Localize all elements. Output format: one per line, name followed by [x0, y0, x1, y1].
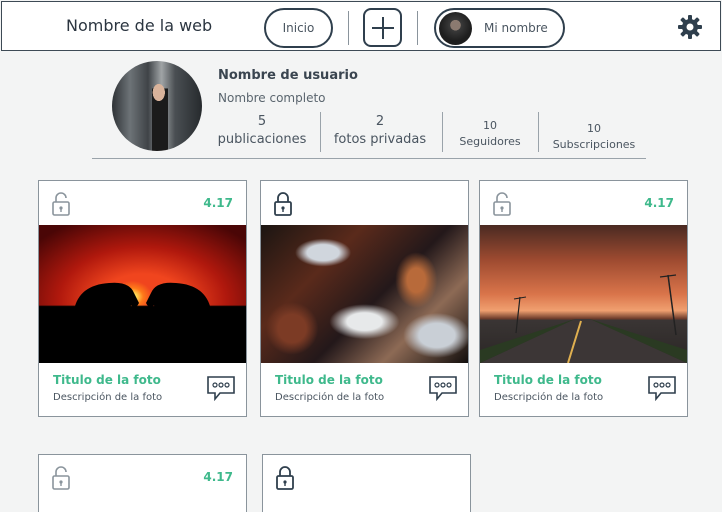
divider — [348, 11, 349, 45]
photo-title[interactable]: Titulo de la foto — [494, 373, 602, 387]
photo-card[interactable] — [262, 454, 471, 512]
add-button[interactable] — [363, 8, 402, 47]
settings-button[interactable] — [677, 14, 703, 40]
lock-icon[interactable] — [275, 465, 295, 491]
stat-label: fotos privadas — [333, 132, 427, 147]
user-menu-button[interactable]: Mi nombre — [434, 8, 565, 48]
divider — [442, 112, 443, 152]
stat-label: publicaciones — [217, 132, 307, 147]
photo-card[interactable]: Titulo de la foto Descripción de la foto — [260, 180, 469, 417]
stat-value: 2 — [375, 114, 385, 129]
photo-image[interactable] — [261, 225, 468, 363]
road-lines — [480, 274, 687, 364]
stat-value: 5 — [257, 114, 267, 129]
photo-card[interactable]: 4.17 — [38, 454, 247, 512]
stat-subscriptions[interactable]: 10 Subscripciones — [548, 122, 640, 151]
profile-username: Nombre de usuario — [218, 68, 358, 83]
stat-followers[interactable]: 10 Seguidores — [454, 119, 526, 148]
divider — [538, 112, 539, 152]
stat-label: Subscripciones — [552, 138, 636, 151]
profile-avatar[interactable] — [112, 61, 202, 151]
stat-private-photos[interactable]: 2 fotos privadas — [332, 114, 428, 147]
unlock-icon[interactable] — [51, 191, 71, 217]
stat-posts[interactable]: 5 publicaciones — [216, 114, 308, 147]
rating-value: 4.17 — [644, 196, 674, 210]
comment-icon[interactable] — [428, 375, 458, 401]
photo-description: Descripción de la foto — [494, 392, 604, 403]
lock-icon[interactable] — [273, 191, 293, 217]
divider — [417, 11, 418, 45]
home-button[interactable]: Inicio — [264, 8, 333, 48]
site-title[interactable]: Nombre de la web — [66, 16, 212, 35]
photo-title[interactable]: Titulo de la foto — [53, 373, 161, 387]
user-name-label: Mi nombre — [484, 21, 548, 35]
top-navbar: Nombre de la web Inicio Mi nombre — [1, 1, 721, 51]
rating-value: 4.17 — [203, 470, 233, 484]
photo-image[interactable] — [480, 225, 687, 364]
gear-icon — [678, 15, 702, 39]
photo-card[interactable]: 4.17 Titulo de la foto Descripción de la… — [479, 180, 688, 417]
profile-full-name: Nombre completo — [218, 91, 326, 105]
divider — [320, 112, 321, 152]
user-avatar — [439, 11, 472, 45]
profile-divider — [92, 158, 646, 159]
photo-card[interactable]: 4.17 Titulo de la foto Descripción de la… — [38, 180, 247, 417]
stat-value: 10 — [483, 119, 497, 132]
comment-icon[interactable] — [206, 375, 236, 401]
rating-value: 4.17 — [203, 196, 233, 210]
photo-image[interactable] — [39, 225, 246, 363]
stat-label: Seguidores — [459, 135, 521, 148]
unlock-icon[interactable] — [492, 191, 512, 217]
photo-description: Descripción de la foto — [275, 392, 385, 403]
unlock-icon[interactable] — [51, 465, 71, 491]
comment-icon[interactable] — [647, 375, 677, 401]
elephants-silhouette — [39, 282, 246, 363]
stat-value: 10 — [587, 122, 601, 135]
plus-icon — [371, 16, 394, 39]
photo-title[interactable]: Titulo de la foto — [275, 373, 383, 387]
photo-description: Descripción de la foto — [53, 392, 163, 403]
